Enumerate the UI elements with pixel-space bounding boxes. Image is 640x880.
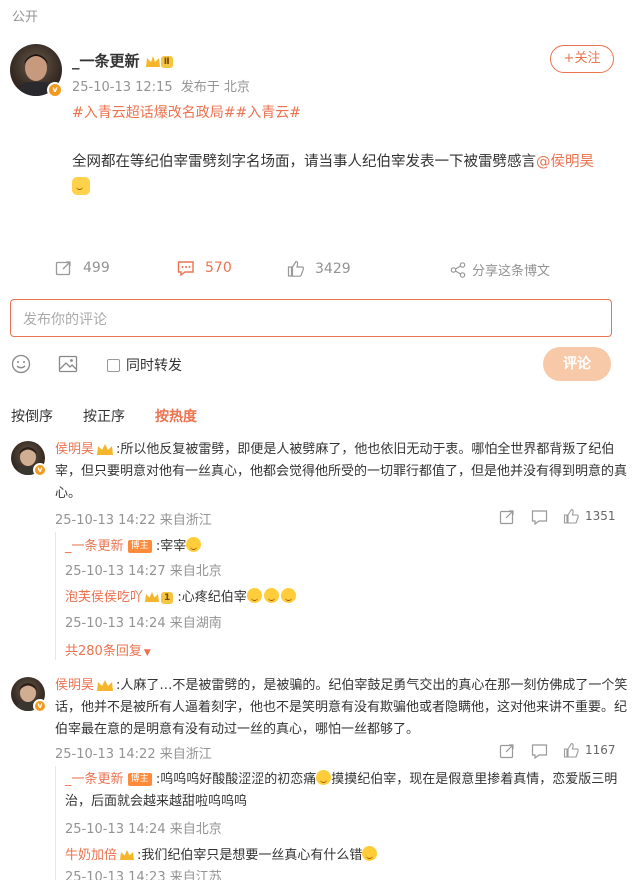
level-badge: 1 bbox=[161, 591, 174, 604]
share-icon bbox=[450, 261, 466, 278]
reply-body: _一条更新 博主 :宰宰 bbox=[65, 536, 202, 558]
comment-input[interactable]: 发布你的评论 bbox=[10, 299, 612, 337]
comment-meta: 25-10-13 14:22 来自浙江 bbox=[55, 747, 212, 762]
submit-comment-button[interactable]: 评论 bbox=[543, 347, 611, 381]
like-button[interactable]: 3429 bbox=[287, 260, 351, 277]
reply-body: 泡芙侯侯吃吖 1 :心疼纪伯宰 bbox=[65, 587, 296, 609]
crown-icon bbox=[97, 443, 114, 455]
doge-emoji-icon bbox=[72, 177, 90, 195]
reply-icon[interactable] bbox=[531, 509, 548, 525]
reply-icon[interactable] bbox=[531, 743, 548, 759]
crying-emoji-icon bbox=[246, 588, 262, 603]
image-upload-icon[interactable] bbox=[58, 354, 79, 374]
reply-text: :呜呜呜好酸酸涩涩的初恋痛 bbox=[155, 772, 317, 787]
repost-checkbox[interactable] bbox=[107, 358, 120, 372]
verified-badge-icon: v bbox=[47, 82, 63, 98]
comment-author[interactable]: 侯明昊 bbox=[55, 442, 94, 457]
crown-icon bbox=[145, 55, 160, 67]
comment-text: :人麻了…不是被雷劈的，是被骗的。纪伯宰鼓足勇气交出的真心在那一刻仿佛成了一个笑… bbox=[55, 678, 628, 737]
reply-text: :宰宰 bbox=[155, 539, 187, 554]
comment-body: 侯明昊:人麻了…不是被雷劈的，是被骗的。纪伯宰鼓足勇气交出的真心在那一刻仿佛成了… bbox=[55, 675, 631, 741]
reply-author[interactable]: 牛奶加倍 bbox=[65, 848, 117, 863]
comment-like-count: 1351 bbox=[585, 509, 616, 523]
comment-button[interactable]: 570 bbox=[177, 260, 232, 276]
author-tag-badge: 博主 bbox=[127, 773, 152, 786]
reply-text: :我们纪伯宰只是想要一丝真心有什么错 bbox=[137, 848, 363, 863]
reply-meta: 25-10-13 14:24 来自北京 bbox=[65, 822, 222, 837]
verified-badge-icon: v bbox=[33, 699, 47, 713]
crying-emoji-icon bbox=[186, 537, 202, 552]
comment-meta: 25-10-13 14:22 来自浙江 bbox=[55, 513, 212, 528]
comment-author[interactable]: 侯明昊 bbox=[55, 678, 94, 693]
chevron-down-icon: ▼ bbox=[143, 648, 151, 658]
sort-desc-tab[interactable]: 按倒序 bbox=[11, 406, 53, 426]
post-body: 全网都在等纪伯宰雷劈刻字名场面，请当事人纪伯宰发表一下被雷劈感言 bbox=[72, 154, 536, 170]
reply-meta: 25-10-13 14:27 来自北京 bbox=[65, 564, 222, 579]
post-hashtags[interactable]: #入青云超话爆改名政局##入青云# bbox=[72, 102, 301, 122]
like-count: 3429 bbox=[315, 260, 351, 277]
level-badge: Ⅱ bbox=[160, 55, 173, 68]
repost-icon bbox=[55, 261, 71, 276]
verified-badge-icon: v bbox=[33, 463, 47, 477]
post-time: 25-10-13 12:15 bbox=[72, 80, 173, 95]
thumbs-up-icon bbox=[287, 260, 305, 277]
comment-like-count: 1167 bbox=[585, 743, 616, 757]
repost-toggle[interactable]: 同时转发 bbox=[107, 355, 182, 375]
crying-emoji-icon bbox=[316, 770, 332, 785]
crown-icon bbox=[97, 679, 114, 691]
reply-text: :心疼纪伯宰 bbox=[177, 590, 247, 605]
share-button[interactable]: 分享这条博文 bbox=[450, 260, 550, 279]
crying-emoji-icon bbox=[280, 588, 296, 603]
comment-like-button[interactable]: 1351 bbox=[563, 508, 616, 524]
reply-body: _一条更新 博主 :呜呜呜好酸酸涩涩的初恋痛 摸摸纪伯宰，现在是假意里掺着真情，恋… bbox=[65, 769, 631, 813]
reply-body: 牛奶加倍 :我们纪伯宰只是想要一丝真心有什么错 bbox=[65, 845, 378, 867]
reply-meta: 25-10-13 14:23 来自江苏 bbox=[65, 870, 222, 880]
crying-emoji-icon bbox=[362, 846, 378, 861]
author-tag-badge: 博主 bbox=[127, 540, 152, 553]
repost-toggle-label: 同时转发 bbox=[126, 358, 182, 374]
reply-meta: 25-10-13 14:24 来自湖南 bbox=[65, 616, 222, 631]
post-author-name[interactable]: _一条更新 bbox=[72, 52, 140, 70]
repost-icon[interactable] bbox=[499, 509, 515, 525]
reply-author[interactable]: 泡芙侯侯吃吖 bbox=[65, 590, 143, 605]
comment-body: 侯明昊:所以他反复被雷劈，即便是人被劈麻了，他也依旧无动于衷。哪怕全世界都背叛了… bbox=[55, 439, 631, 505]
reply-author[interactable]: _一条更新 bbox=[65, 539, 124, 554]
more-replies-label: 共280条回复 bbox=[65, 644, 142, 659]
crying-emoji-icon bbox=[263, 588, 279, 603]
reply-author[interactable]: _一条更新 bbox=[65, 772, 124, 787]
crown-icon bbox=[120, 850, 135, 860]
repost-button[interactable]: 499 bbox=[55, 260, 110, 276]
share-label: 分享这条博文 bbox=[472, 264, 551, 279]
comment-icon bbox=[177, 261, 194, 276]
post-mention[interactable]: @侯明昊 bbox=[536, 154, 594, 170]
sort-asc-tab[interactable]: 按正序 bbox=[83, 406, 125, 426]
comment-like-button[interactable]: 1167 bbox=[563, 742, 616, 758]
sort-hot-tab[interactable]: 按热度 bbox=[155, 406, 197, 426]
comment-text: :所以他反复被雷劈，即便是人被劈麻了，他也依旧无动于衷。哪怕全世界都背叛了纪伯宰… bbox=[55, 442, 628, 501]
visibility-label: 公开 bbox=[12, 10, 39, 25]
thumbs-up-icon bbox=[563, 742, 579, 758]
comment-count: 570 bbox=[205, 260, 232, 276]
thumbs-up-icon bbox=[563, 508, 579, 524]
repost-icon[interactable] bbox=[499, 743, 515, 759]
repost-count: 499 bbox=[83, 260, 110, 276]
comment-input-placeholder: 发布你的评论 bbox=[23, 312, 107, 328]
follow-button[interactable]: +关注 bbox=[550, 45, 614, 73]
post-location: 发布于 北京 bbox=[180, 80, 250, 95]
more-replies-link[interactable]: 共280条回复 ▼ bbox=[65, 640, 151, 659]
crown-icon bbox=[145, 592, 160, 602]
emoji-picker-icon[interactable] bbox=[11, 354, 31, 374]
